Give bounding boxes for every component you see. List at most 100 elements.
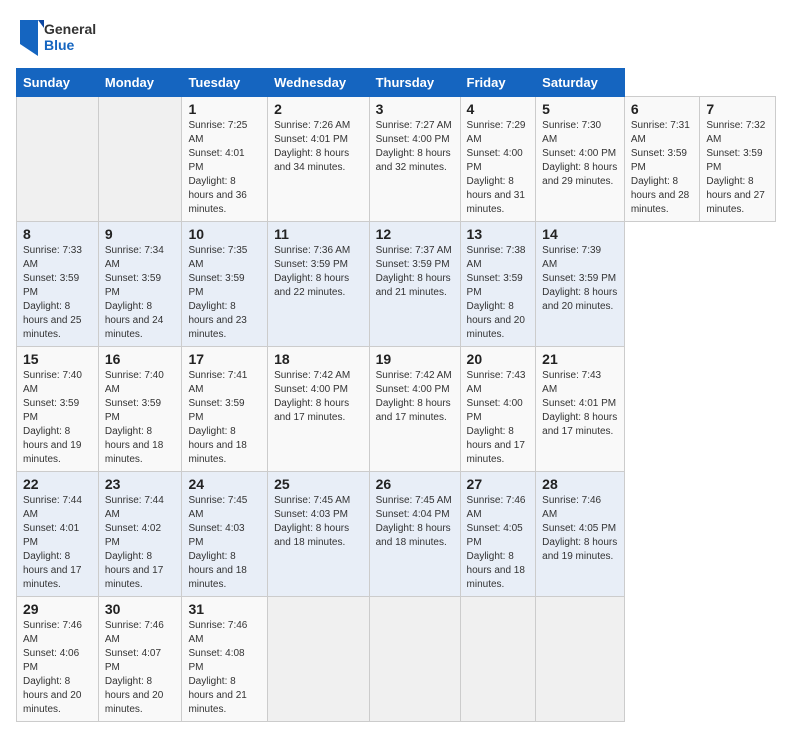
calendar-week-row: 1 Sunrise: 7:25 AMSunset: 4:01 PMDayligh…: [17, 97, 776, 222]
calendar-cell: 7 Sunrise: 7:32 AMSunset: 3:59 PMDayligh…: [700, 97, 776, 222]
calendar-cell: 8 Sunrise: 7:33 AMSunset: 3:59 PMDayligh…: [17, 222, 99, 347]
day-number: 2: [274, 101, 363, 117]
day-number: 17: [188, 351, 261, 367]
day-number: 29: [23, 601, 92, 617]
calendar-cell: 26 Sunrise: 7:45 AMSunset: 4:04 PMDaylig…: [369, 472, 460, 597]
day-info: Sunrise: 7:25 AMSunset: 4:01 PMDaylight:…: [188, 120, 247, 215]
day-number: 25: [274, 476, 363, 492]
day-number: 27: [467, 476, 530, 492]
calendar-cell: [98, 97, 182, 222]
calendar-cell: [268, 597, 370, 722]
day-info: Sunrise: 7:34 AMSunset: 3:59 PMDaylight:…: [105, 245, 164, 340]
day-info: Sunrise: 7:43 AMSunset: 4:00 PMDaylight:…: [467, 370, 526, 465]
day-number: 18: [274, 351, 363, 367]
day-info: Sunrise: 7:41 AMSunset: 3:59 PMDaylight:…: [188, 370, 247, 465]
calendar-cell: 30 Sunrise: 7:46 AMSunset: 4:07 PMDaylig…: [98, 597, 182, 722]
day-number: 5: [542, 101, 618, 117]
day-number: 24: [188, 476, 261, 492]
day-info: Sunrise: 7:39 AMSunset: 3:59 PMDaylight:…: [542, 245, 617, 312]
day-info: Sunrise: 7:26 AMSunset: 4:01 PMDaylight:…: [274, 120, 350, 173]
day-header-monday: Monday: [98, 69, 182, 97]
day-number: 4: [467, 101, 530, 117]
calendar-week-row: 8 Sunrise: 7:33 AMSunset: 3:59 PMDayligh…: [17, 222, 776, 347]
day-info: Sunrise: 7:33 AMSunset: 3:59 PMDaylight:…: [23, 245, 82, 340]
day-number: 31: [188, 601, 261, 617]
day-number: 20: [467, 351, 530, 367]
day-info: Sunrise: 7:42 AMSunset: 4:00 PMDaylight:…: [274, 370, 350, 423]
day-number: 11: [274, 226, 363, 242]
day-header-tuesday: Tuesday: [182, 69, 268, 97]
calendar-cell: 4 Sunrise: 7:29 AMSunset: 4:00 PMDayligh…: [460, 97, 536, 222]
day-info: Sunrise: 7:46 AMSunset: 4:05 PMDaylight:…: [542, 495, 617, 562]
day-info: Sunrise: 7:44 AMSunset: 4:02 PMDaylight:…: [105, 495, 164, 590]
day-number: 3: [376, 101, 454, 117]
day-number: 12: [376, 226, 454, 242]
svg-text:Blue: Blue: [44, 37, 75, 53]
day-number: 1: [188, 101, 261, 117]
day-info: Sunrise: 7:46 AMSunset: 4:05 PMDaylight:…: [467, 495, 526, 590]
day-info: Sunrise: 7:29 AMSunset: 4:00 PMDaylight:…: [467, 120, 526, 215]
day-header-sunday: Sunday: [17, 69, 99, 97]
calendar-cell: 14 Sunrise: 7:39 AMSunset: 3:59 PMDaylig…: [536, 222, 625, 347]
day-number: 8: [23, 226, 92, 242]
header: GeneralBlue: [16, 16, 776, 60]
day-info: Sunrise: 7:40 AMSunset: 3:59 PMDaylight:…: [23, 370, 82, 465]
day-number: 14: [542, 226, 618, 242]
calendar-week-row: 29 Sunrise: 7:46 AMSunset: 4:06 PMDaylig…: [17, 597, 776, 722]
calendar-cell: 20 Sunrise: 7:43 AMSunset: 4:00 PMDaylig…: [460, 347, 536, 472]
day-number: 22: [23, 476, 92, 492]
day-info: Sunrise: 7:36 AMSunset: 3:59 PMDaylight:…: [274, 245, 350, 298]
day-number: 9: [105, 226, 176, 242]
day-header-friday: Friday: [460, 69, 536, 97]
calendar-cell: [369, 597, 460, 722]
day-number: 7: [706, 101, 769, 117]
days-header-row: SundayMondayTuesdayWednesdayThursdayFrid…: [17, 69, 776, 97]
calendar-cell: 3 Sunrise: 7:27 AMSunset: 4:00 PMDayligh…: [369, 97, 460, 222]
calendar-week-row: 15 Sunrise: 7:40 AMSunset: 3:59 PMDaylig…: [17, 347, 776, 472]
day-info: Sunrise: 7:45 AMSunset: 4:03 PMDaylight:…: [274, 495, 350, 548]
calendar-cell: 21 Sunrise: 7:43 AMSunset: 4:01 PMDaylig…: [536, 347, 625, 472]
calendar-cell: 28 Sunrise: 7:46 AMSunset: 4:05 PMDaylig…: [536, 472, 625, 597]
day-info: Sunrise: 7:32 AMSunset: 3:59 PMDaylight:…: [706, 120, 765, 215]
calendar-cell: 27 Sunrise: 7:46 AMSunset: 4:05 PMDaylig…: [460, 472, 536, 597]
calendar-week-row: 22 Sunrise: 7:44 AMSunset: 4:01 PMDaylig…: [17, 472, 776, 597]
calendar-cell: 10 Sunrise: 7:35 AMSunset: 3:59 PMDaylig…: [182, 222, 268, 347]
calendar-cell: 11 Sunrise: 7:36 AMSunset: 3:59 PMDaylig…: [268, 222, 370, 347]
calendar-cell: 12 Sunrise: 7:37 AMSunset: 3:59 PMDaylig…: [369, 222, 460, 347]
calendar-cell: 1 Sunrise: 7:25 AMSunset: 4:01 PMDayligh…: [182, 97, 268, 222]
day-info: Sunrise: 7:30 AMSunset: 4:00 PMDaylight:…: [542, 120, 617, 187]
calendar-cell: 23 Sunrise: 7:44 AMSunset: 4:02 PMDaylig…: [98, 472, 182, 597]
day-number: 21: [542, 351, 618, 367]
day-info: Sunrise: 7:46 AMSunset: 4:07 PMDaylight:…: [105, 620, 164, 715]
calendar-cell: [17, 97, 99, 222]
day-info: Sunrise: 7:43 AMSunset: 4:01 PMDaylight:…: [542, 370, 617, 437]
day-info: Sunrise: 7:38 AMSunset: 3:59 PMDaylight:…: [467, 245, 526, 340]
day-header-thursday: Thursday: [369, 69, 460, 97]
day-info: Sunrise: 7:46 AMSunset: 4:06 PMDaylight:…: [23, 620, 82, 715]
calendar-cell: 19 Sunrise: 7:42 AMSunset: 4:00 PMDaylig…: [369, 347, 460, 472]
day-number: 28: [542, 476, 618, 492]
day-info: Sunrise: 7:44 AMSunset: 4:01 PMDaylight:…: [23, 495, 82, 590]
day-info: Sunrise: 7:37 AMSunset: 3:59 PMDaylight:…: [376, 245, 452, 298]
calendar-cell: 5 Sunrise: 7:30 AMSunset: 4:00 PMDayligh…: [536, 97, 625, 222]
calendar-cell: 25 Sunrise: 7:45 AMSunset: 4:03 PMDaylig…: [268, 472, 370, 597]
day-info: Sunrise: 7:42 AMSunset: 4:00 PMDaylight:…: [376, 370, 452, 423]
day-info: Sunrise: 7:45 AMSunset: 4:04 PMDaylight:…: [376, 495, 452, 548]
logo: GeneralBlue: [16, 16, 96, 60]
day-number: 13: [467, 226, 530, 242]
calendar-cell: 17 Sunrise: 7:41 AMSunset: 3:59 PMDaylig…: [182, 347, 268, 472]
day-number: 6: [631, 101, 694, 117]
day-number: 15: [23, 351, 92, 367]
logo-svg: GeneralBlue: [16, 16, 96, 60]
calendar-cell: 24 Sunrise: 7:45 AMSunset: 4:03 PMDaylig…: [182, 472, 268, 597]
day-info: Sunrise: 7:27 AMSunset: 4:00 PMDaylight:…: [376, 120, 452, 173]
day-number: 26: [376, 476, 454, 492]
day-info: Sunrise: 7:40 AMSunset: 3:59 PMDaylight:…: [105, 370, 164, 465]
day-header-saturday: Saturday: [536, 69, 625, 97]
calendar-cell: 15 Sunrise: 7:40 AMSunset: 3:59 PMDaylig…: [17, 347, 99, 472]
day-info: Sunrise: 7:46 AMSunset: 4:08 PMDaylight:…: [188, 620, 247, 715]
day-info: Sunrise: 7:31 AMSunset: 3:59 PMDaylight:…: [631, 120, 690, 215]
calendar-cell: [536, 597, 625, 722]
day-info: Sunrise: 7:45 AMSunset: 4:03 PMDaylight:…: [188, 495, 247, 590]
day-number: 23: [105, 476, 176, 492]
